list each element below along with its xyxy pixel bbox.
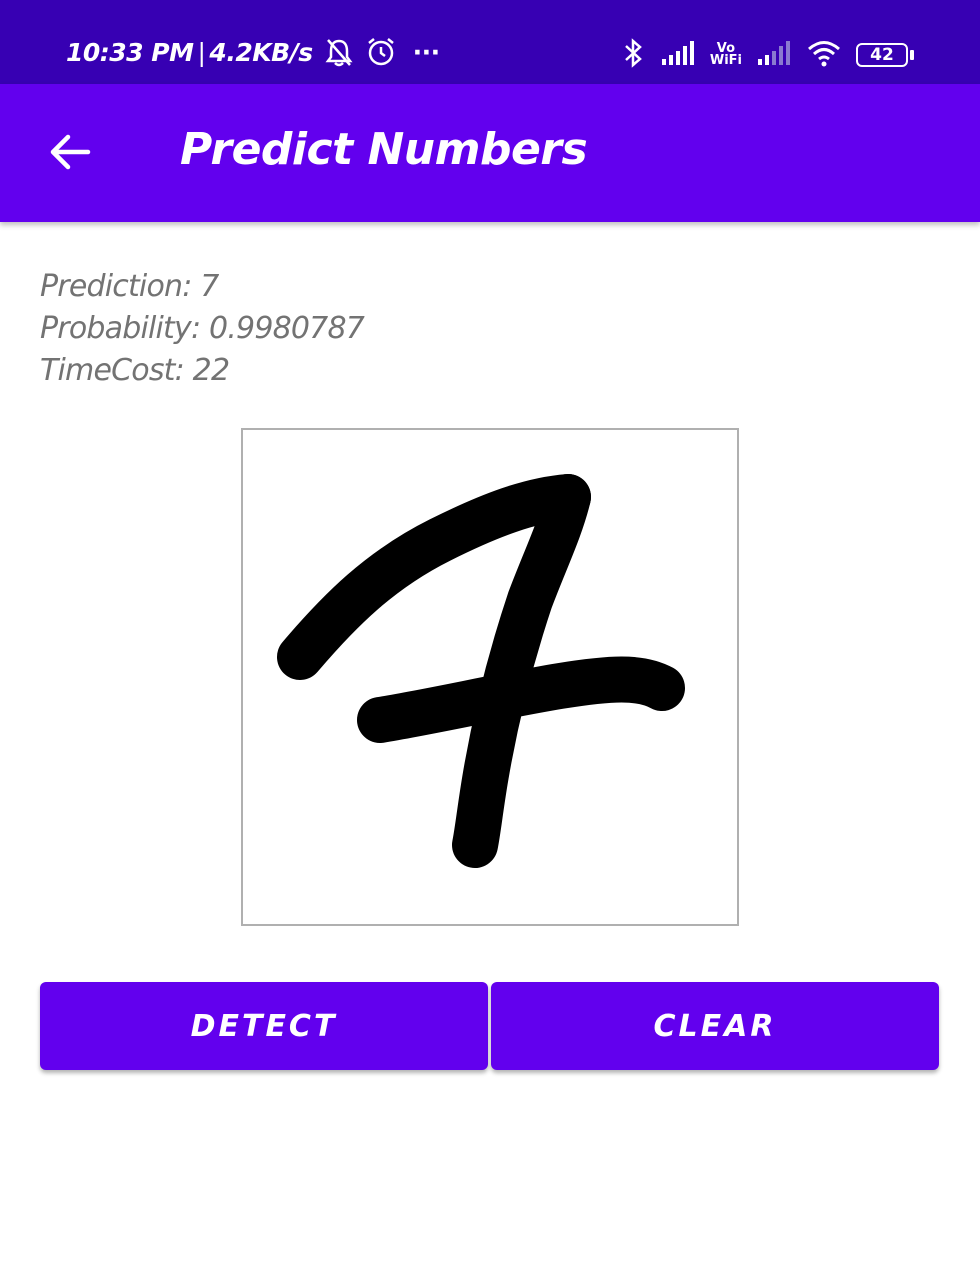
drawing-canvas[interactable]	[241, 428, 739, 926]
detect-button[interactable]: DETECT	[40, 982, 488, 1070]
handwritten-digit	[277, 474, 685, 868]
clear-button[interactable]: CLEAR	[491, 982, 939, 1070]
